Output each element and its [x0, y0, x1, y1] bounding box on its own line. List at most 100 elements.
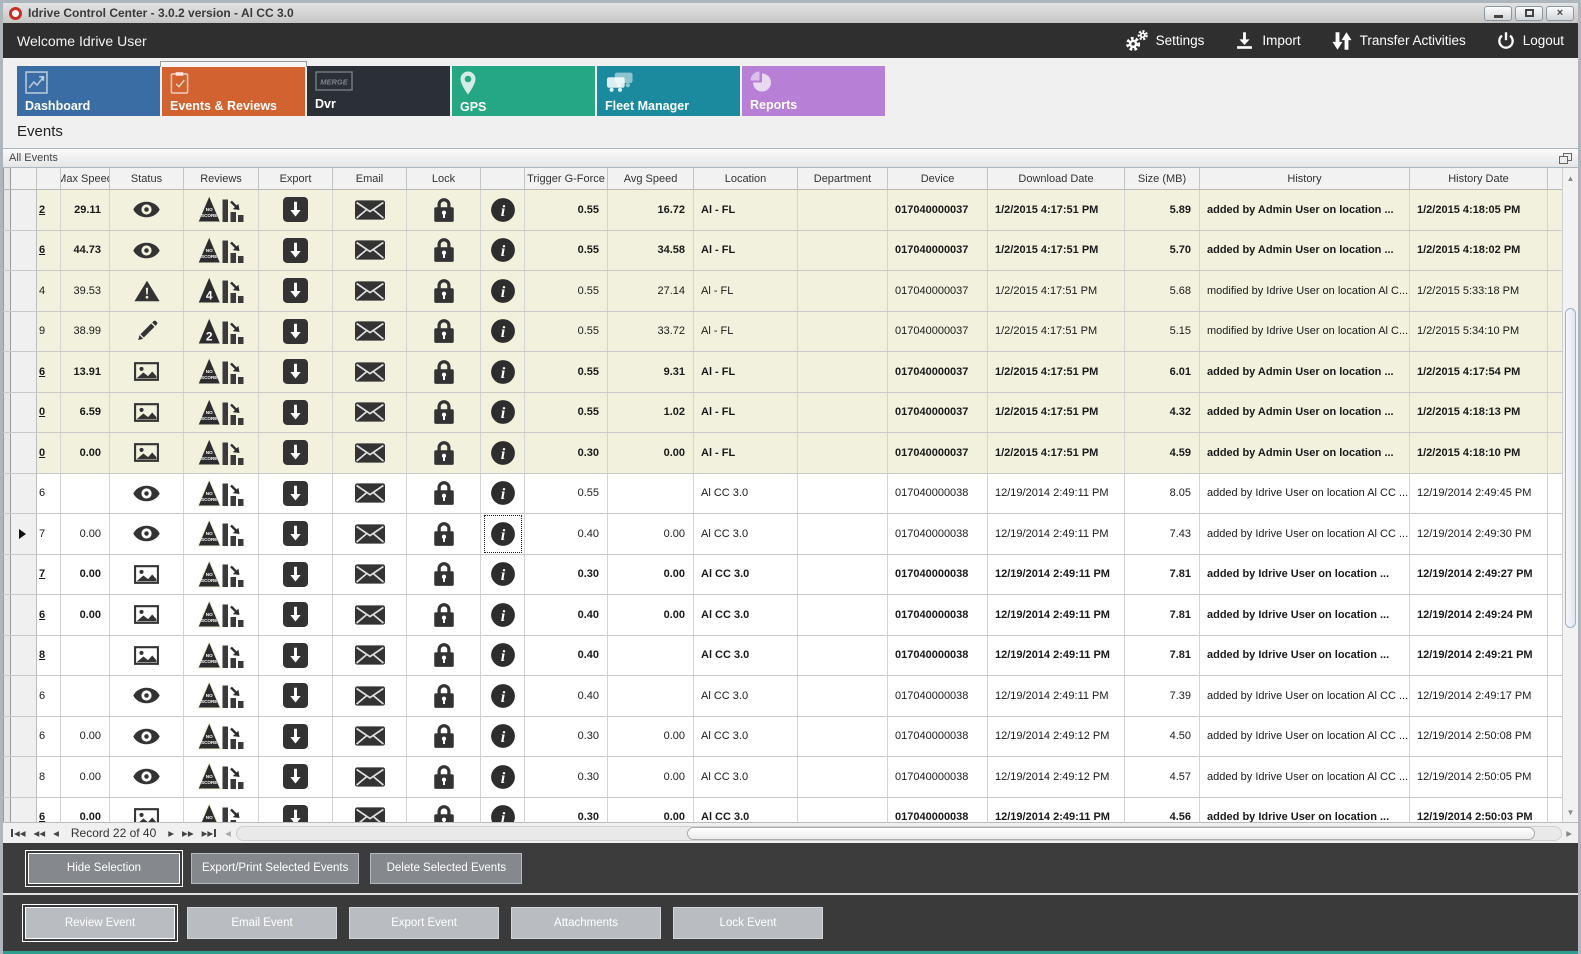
cell-info[interactable]: i — [481, 676, 525, 716]
lock-icon[interactable] — [434, 804, 454, 822]
column-header-size[interactable]: Size (MB) — [1125, 168, 1200, 189]
info-icon[interactable]: i — [487, 558, 519, 590]
lock-icon[interactable] — [434, 318, 454, 344]
cell-email[interactable] — [333, 595, 407, 635]
email-icon[interactable] — [355, 605, 385, 625]
attachments-button[interactable]: Attachments — [511, 907, 661, 939]
cell-email[interactable] — [333, 717, 407, 757]
info-icon[interactable]: i — [487, 680, 519, 712]
cell-email[interactable] — [333, 474, 407, 514]
column-header-lock[interactable]: Lock — [407, 168, 481, 189]
review-score-icon[interactable]: NO SCORE — [197, 761, 245, 792]
review-score-icon[interactable]: NO SCORE — [197, 356, 245, 387]
scroll-up-icon[interactable]: ▲ — [1563, 170, 1578, 186]
cell-export[interactable] — [259, 514, 333, 554]
cell-reviews[interactable]: NO SCORE — [184, 231, 259, 271]
vertical-scroll-thumb[interactable] — [1565, 308, 1576, 628]
column-header-info[interactable] — [481, 168, 525, 189]
email-event-button[interactable]: Email Event — [187, 907, 337, 939]
record-first-button[interactable]: ◀◀ — [7, 829, 30, 838]
cell-lock[interactable] — [407, 717, 481, 757]
lock-icon[interactable] — [434, 197, 454, 223]
cell-info[interactable]: i — [481, 798, 525, 823]
row-selector[interactable] — [11, 271, 37, 311]
cell-reviews[interactable]: NO SCORE — [184, 474, 259, 514]
cell-reviews[interactable]: NO SCORE — [184, 636, 259, 676]
info-icon[interactable]: i — [487, 599, 519, 631]
info-icon[interactable]: i — [487, 275, 519, 307]
cell-export[interactable] — [259, 717, 333, 757]
cell-lock[interactable] — [407, 433, 481, 473]
email-icon[interactable] — [355, 281, 385, 301]
row-selector[interactable] — [11, 555, 37, 595]
maximize-button[interactable] — [1515, 6, 1543, 21]
cell-email[interactable] — [333, 393, 407, 433]
column-header-dldate[interactable]: Download Date — [988, 168, 1125, 189]
column-header-gforce[interactable]: Trigger G-Force — [525, 168, 608, 189]
email-icon[interactable] — [355, 362, 385, 382]
event-row[interactable]: 60.00 NO SCORE i0.300.00Al CC 3.00170400… — [3, 798, 1578, 823]
cell-info[interactable]: i — [481, 636, 525, 676]
row-selector[interactable] — [11, 717, 37, 757]
cell-info[interactable]: i — [481, 190, 525, 230]
record-next-page-button[interactable]: ▶▶ — [178, 829, 198, 838]
cell-info[interactable]: i — [481, 271, 525, 311]
logout-button[interactable]: Logout — [1496, 31, 1564, 51]
cell-info[interactable]: i — [481, 433, 525, 473]
lock-icon[interactable] — [434, 723, 454, 749]
email-icon[interactable] — [355, 240, 385, 260]
tab-dashboard[interactable]: Dashboard — [17, 66, 160, 116]
eye-icon[interactable] — [133, 728, 160, 745]
tab-dvr[interactable]: MERGE Dvr — [307, 66, 450, 116]
row-selector[interactable] — [11, 798, 37, 823]
cell-status[interactable] — [110, 352, 184, 392]
lock-icon[interactable] — [434, 683, 454, 709]
export-icon[interactable] — [283, 359, 308, 384]
column-header-history[interactable]: History — [1200, 168, 1410, 189]
event-row[interactable]: 613.91 NO SCORE i0.559.31Al - FL01704000… — [3, 352, 1578, 393]
column-header-location[interactable]: Location — [694, 168, 798, 189]
eye-icon[interactable] — [133, 201, 160, 218]
cell-export[interactable] — [259, 676, 333, 716]
review-score-icon[interactable]: NO SCORE — [197, 721, 245, 752]
cell-lock[interactable] — [407, 271, 481, 311]
cell-info[interactable]: i — [481, 514, 525, 554]
eye-icon[interactable] — [133, 485, 160, 502]
export-icon[interactable] — [283, 440, 308, 465]
cell-status[interactable] — [110, 433, 184, 473]
cell-status[interactable] — [110, 636, 184, 676]
cell-info[interactable]: i — [481, 312, 525, 352]
cell-lock[interactable] — [407, 676, 481, 716]
lock-icon[interactable] — [434, 561, 454, 587]
review-score-icon[interactable]: NO SCORE — [197, 640, 245, 671]
cell-lock[interactable] — [407, 555, 481, 595]
lock-icon[interactable] — [434, 237, 454, 263]
cell-status[interactable] — [110, 798, 184, 823]
row-selector[interactable] — [11, 231, 37, 271]
lock-event-button[interactable]: Lock Event — [673, 907, 823, 939]
cell-info[interactable]: i — [481, 717, 525, 757]
cell-email[interactable] — [333, 352, 407, 392]
info-icon[interactable]: i — [487, 194, 519, 226]
cell-info[interactable]: i — [481, 231, 525, 271]
eye-icon[interactable] — [133, 768, 160, 785]
image-icon[interactable] — [133, 604, 160, 625]
cell-lock[interactable] — [407, 636, 481, 676]
review-score-icon[interactable]: NO SCORE — [197, 397, 245, 428]
cell-status[interactable] — [110, 757, 184, 797]
cell-status[interactable] — [110, 393, 184, 433]
cell-email[interactable] — [333, 433, 407, 473]
cell-status[interactable] — [110, 595, 184, 635]
email-icon[interactable] — [355, 200, 385, 220]
event-row[interactable]: 938.99 2 i0.5533.72Al - FL0170400000371/… — [3, 312, 1578, 353]
row-selector[interactable] — [11, 433, 37, 473]
email-icon[interactable] — [355, 443, 385, 463]
info-icon[interactable]: i — [487, 234, 519, 266]
event-row[interactable]: 70.00 NO SCORE i0.300.00Al CC 3.00170400… — [3, 555, 1578, 596]
export-icon[interactable] — [283, 278, 308, 303]
lock-icon[interactable] — [434, 521, 454, 547]
image-icon[interactable] — [133, 807, 160, 822]
row-selector[interactable] — [11, 190, 37, 230]
minimize-button[interactable] — [1484, 6, 1512, 21]
cell-email[interactable] — [333, 514, 407, 554]
